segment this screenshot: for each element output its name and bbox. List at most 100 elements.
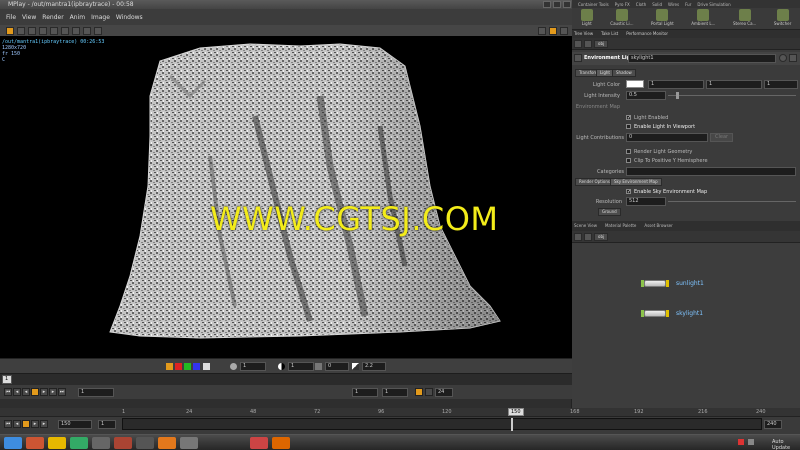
loop-toggle[interactable] bbox=[425, 388, 433, 396]
tab-asset-browser[interactable]: Asset Browser bbox=[644, 221, 672, 231]
task-app-icon[interactable] bbox=[272, 437, 290, 449]
channel-all-icon[interactable] bbox=[166, 363, 173, 370]
playhead[interactable] bbox=[511, 418, 513, 431]
tab-take-list[interactable]: Take List bbox=[601, 30, 618, 38]
render-viewport[interactable]: /out/mantra1(ipbraytrace) 00:26:53 1280x… bbox=[0, 36, 572, 358]
light-intensity-slider[interactable] bbox=[668, 95, 796, 96]
tab-material-palette[interactable]: Material Palette bbox=[605, 221, 636, 231]
menu-windows[interactable]: Windows bbox=[116, 14, 143, 21]
frame-strip[interactable]: 1 bbox=[0, 373, 572, 385]
play-icon[interactable] bbox=[17, 26, 25, 35]
channel-green-icon[interactable] bbox=[184, 363, 191, 370]
tray-icon[interactable] bbox=[738, 439, 744, 445]
back-icon[interactable] bbox=[574, 233, 582, 241]
stop-button[interactable] bbox=[31, 388, 39, 396]
start-icon[interactable] bbox=[4, 437, 22, 449]
brightness-field[interactable]: 1 bbox=[240, 362, 266, 371]
range-start-field[interactable]: 1 bbox=[352, 388, 378, 397]
last-frame-button[interactable]: ⏭ bbox=[58, 388, 66, 396]
mplay-frame-field[interactable]: 1 bbox=[78, 388, 114, 397]
back-icon[interactable] bbox=[574, 40, 582, 48]
stereo-camera-tool[interactable]: Stereo Ca... bbox=[733, 8, 756, 29]
menu-view[interactable]: View bbox=[22, 14, 36, 21]
shelf-tab[interactable]: Cloth bbox=[636, 2, 646, 7]
render-geometry-checkbox[interactable] bbox=[626, 149, 631, 154]
task-app-icon[interactable] bbox=[70, 437, 88, 449]
light-color-swatch[interactable] bbox=[626, 80, 644, 88]
maximize-button[interactable] bbox=[553, 1, 561, 8]
offset-field[interactable]: 0 bbox=[325, 362, 349, 371]
point-light-tool[interactable]: Light bbox=[580, 8, 593, 29]
contrast-field[interactable]: 1 bbox=[288, 362, 314, 371]
prev-frame-button[interactable]: ◂ bbox=[13, 420, 21, 428]
channel-alpha-icon[interactable] bbox=[203, 363, 210, 370]
close-button[interactable] bbox=[563, 1, 571, 8]
play-button[interactable]: ▸ bbox=[31, 420, 39, 428]
current-frame-field[interactable]: 150 bbox=[58, 420, 92, 429]
compare-icon[interactable] bbox=[94, 26, 102, 35]
network-path-obj[interactable]: obj bbox=[594, 233, 609, 241]
play-back-button[interactable]: ◂ bbox=[22, 388, 30, 396]
first-frame-button[interactable]: ⏮ bbox=[4, 388, 12, 396]
ambient-light-tool[interactable]: Ambient L... bbox=[691, 8, 715, 29]
menu-anim[interactable]: Anim bbox=[70, 14, 85, 21]
frame-marker[interactable]: 1 bbox=[2, 375, 12, 384]
mplay-title-bar[interactable]: MPlay - /out/mantra1(ipbraytrace) - 00:5… bbox=[0, 0, 572, 9]
path-obj[interactable]: obj bbox=[594, 40, 609, 48]
categories-field[interactable] bbox=[626, 167, 796, 176]
shelf-tab[interactable]: Drive Simulation bbox=[697, 2, 730, 7]
task-app-icon[interactable] bbox=[180, 437, 198, 449]
gamma-field[interactable]: 2.2 bbox=[362, 362, 386, 371]
light-color-b[interactable]: 1 bbox=[764, 80, 798, 89]
sunlight1-node[interactable] bbox=[644, 280, 666, 287]
realtime-toggle[interactable] bbox=[415, 388, 423, 396]
resolution-field[interactable]: 512 bbox=[626, 197, 666, 206]
skylight1-node[interactable] bbox=[644, 310, 666, 317]
play-forward-button[interactable]: ▸ bbox=[40, 388, 48, 396]
menu-image[interactable]: Image bbox=[91, 14, 110, 21]
auto-update-label[interactable]: Auto Update bbox=[772, 439, 800, 450]
task-app-icon[interactable] bbox=[250, 437, 268, 449]
channel-blue-icon[interactable] bbox=[193, 363, 200, 370]
range-step-field[interactable]: 1 bbox=[382, 388, 408, 397]
next-frame-button[interactable]: ▸ bbox=[40, 420, 48, 428]
enable-sky-map-checkbox[interactable]: ✓ bbox=[626, 189, 631, 195]
light-color-g[interactable]: 1 bbox=[706, 80, 762, 89]
link-icon[interactable] bbox=[549, 26, 557, 35]
caustic-light-tool[interactable]: Caustic Li... bbox=[610, 8, 633, 29]
tab-ground[interactable]: Ground bbox=[598, 208, 621, 216]
options-icon[interactable] bbox=[560, 26, 568, 35]
light-enabled-checkbox[interactable]: ✓ bbox=[626, 115, 631, 121]
forward-icon[interactable] bbox=[584, 233, 592, 241]
shelf-tab[interactable]: Solid bbox=[652, 2, 662, 7]
light-color-r[interactable]: 1 bbox=[648, 80, 704, 89]
tab-sky-environment-map[interactable]: Sky Environment Map bbox=[610, 178, 662, 186]
plane-icon[interactable] bbox=[72, 26, 80, 35]
tab-shadow[interactable]: Shadow bbox=[612, 69, 636, 77]
snapshot-icon[interactable] bbox=[39, 26, 47, 35]
first-frame-button[interactable]: ⏮ bbox=[4, 420, 12, 428]
prev-key-button[interactable]: ◂ bbox=[13, 388, 21, 396]
clear-button[interactable]: Clear bbox=[710, 133, 734, 142]
help-icon[interactable] bbox=[789, 54, 797, 62]
shelf-tab[interactable]: Fur bbox=[685, 2, 691, 7]
zoom-icon[interactable] bbox=[83, 26, 91, 35]
portal-light-tool[interactable]: Portal Light bbox=[651, 8, 674, 29]
clip-hemisphere-checkbox[interactable] bbox=[626, 158, 631, 163]
network-editor[interactable]: sunlight1 skylight1 bbox=[572, 243, 800, 408]
pin-icon[interactable] bbox=[50, 26, 58, 35]
current-frame-marker[interactable]: 150 bbox=[508, 408, 524, 416]
task-app-icon[interactable] bbox=[26, 437, 44, 449]
channel-icon[interactable] bbox=[61, 26, 69, 35]
node-render-flag[interactable] bbox=[666, 310, 669, 317]
settings-icon[interactable] bbox=[538, 26, 546, 35]
light-intensity-field[interactable]: 0.5 bbox=[626, 91, 666, 100]
tab-tree-view[interactable]: Tree View bbox=[574, 30, 593, 38]
timeline-bar[interactable] bbox=[122, 418, 762, 430]
channel-red-icon[interactable] bbox=[175, 363, 182, 370]
gear-icon[interactable] bbox=[779, 54, 787, 62]
task-app-icon[interactable] bbox=[136, 437, 154, 449]
task-app-icon[interactable] bbox=[114, 437, 132, 449]
forward-icon[interactable] bbox=[584, 40, 592, 48]
next-key-button[interactable]: ▸ bbox=[49, 388, 57, 396]
